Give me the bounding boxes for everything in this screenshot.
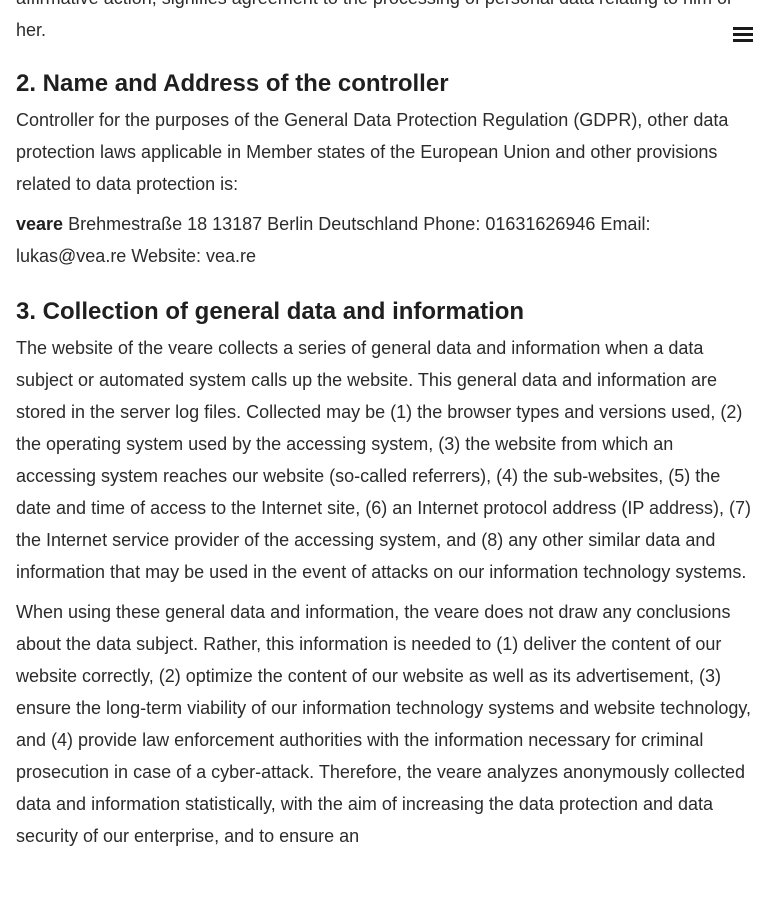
privacy-policy-content: affirmative action, signifies agreement … — [16, 0, 752, 860]
intro-paragraph-tail: affirmative action, signifies agreement … — [16, 0, 733, 40]
section-3-paragraph-1: The website of the veare collects a seri… — [16, 338, 752, 582]
section-3-heading: 3. Collection of general data and inform… — [16, 298, 525, 325]
company-name: veare — [16, 214, 64, 234]
address-details: Brehmestraße 18 13187 Berlin Deutschland… — [16, 214, 651, 266]
section-3-paragraph-2: When using these general data and inform… — [16, 602, 752, 846]
section-2-heading: 2. Name and Address of the controller — [16, 70, 449, 97]
section-2-paragraph: Controller for the purposes of the Gener… — [16, 110, 729, 194]
controller-address: veare Brehmestraße 18 13187 Berlin Deuts… — [16, 208, 752, 272]
hamburger-menu-button[interactable] — [731, 22, 755, 46]
